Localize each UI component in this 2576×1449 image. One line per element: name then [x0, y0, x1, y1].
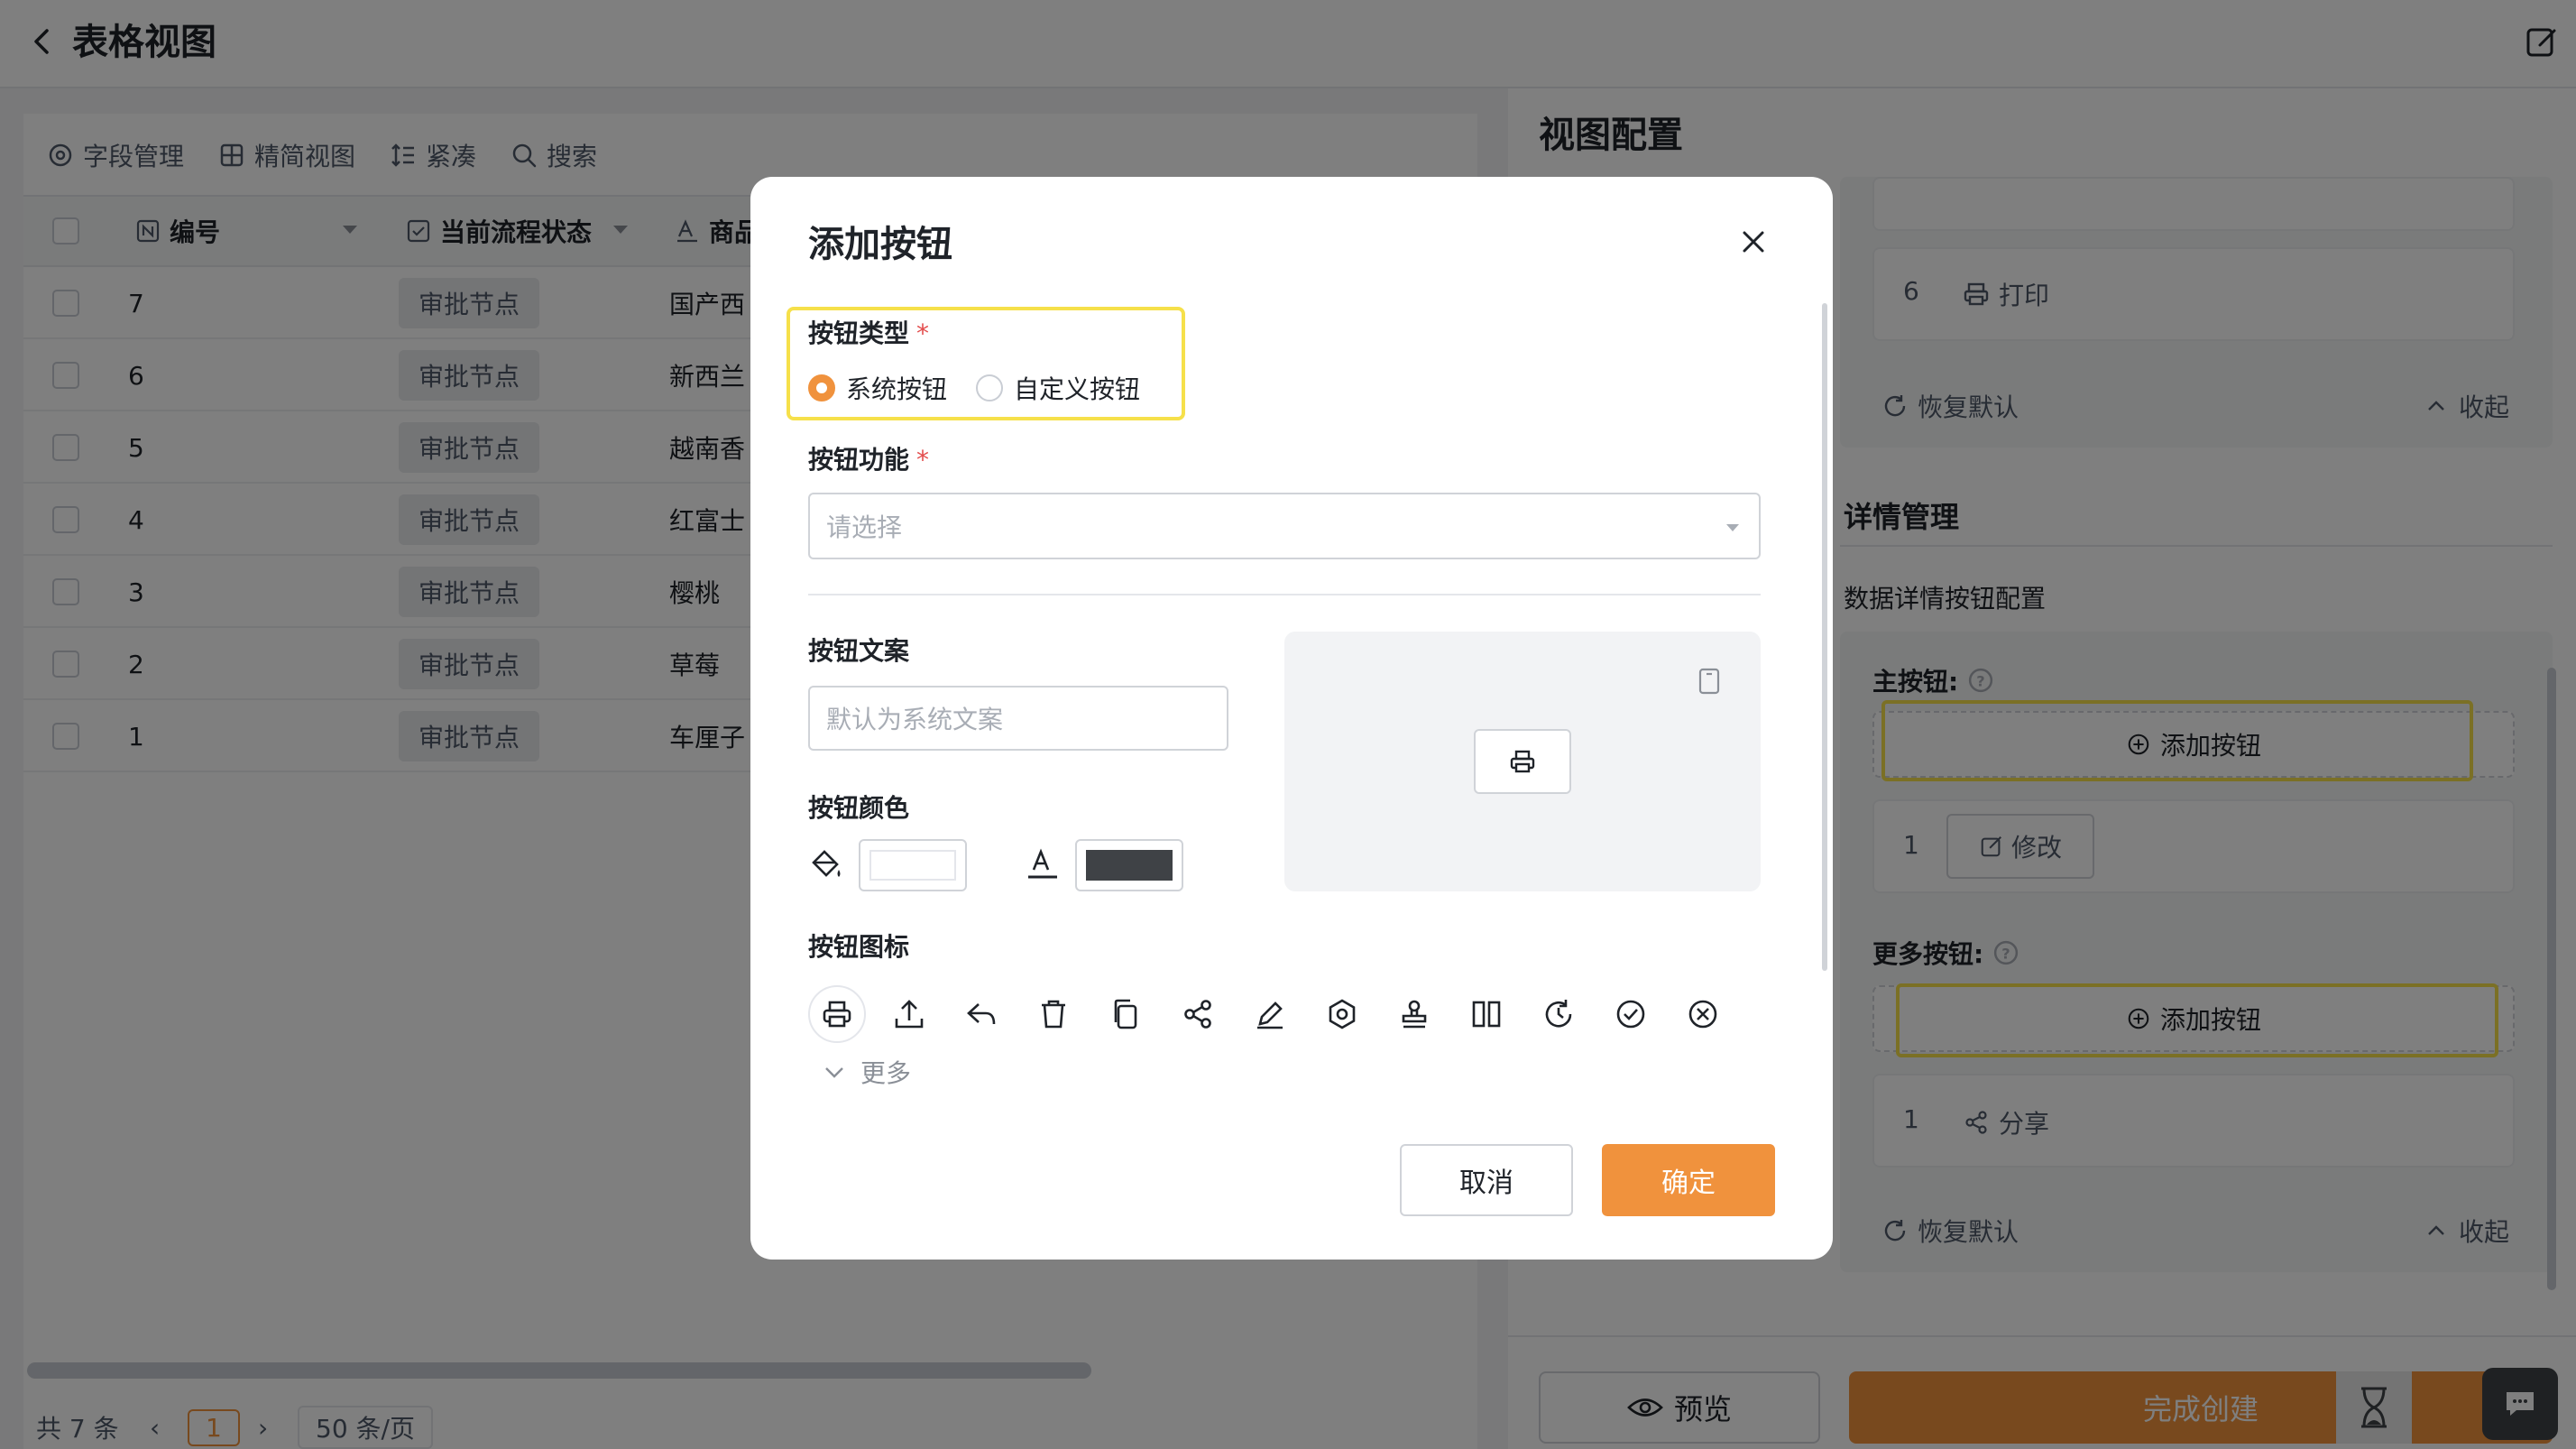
chevron-down-icon: [1726, 524, 1739, 531]
dialog-scrollbar[interactable]: [1822, 303, 1827, 971]
chevron-down-icon: [821, 1058, 848, 1085]
button-text-label: 按钮文案: [808, 636, 910, 666]
divider: [808, 594, 1761, 595]
upload-icon[interactable]: [880, 985, 938, 1043]
pencil-icon[interactable]: [1241, 985, 1299, 1043]
radio-checked-icon: [808, 374, 835, 401]
font-color-icon: [1025, 846, 1061, 882]
copy-icon[interactable]: [1097, 985, 1155, 1043]
confirm-button[interactable]: 确定: [1602, 1144, 1775, 1216]
close-circle-icon[interactable]: [1674, 985, 1732, 1043]
radio-custom-button[interactable]: 自定义按钮: [976, 370, 1140, 406]
reply-icon[interactable]: [952, 985, 1010, 1043]
stamp-icon[interactable]: [1385, 985, 1443, 1043]
radio-system-button[interactable]: 系统按钮: [808, 370, 947, 406]
preview-button: [1474, 729, 1571, 794]
radio-unchecked-icon: [976, 374, 1003, 401]
printer-icon: [1509, 748, 1536, 775]
button-icon-label: 按钮图标: [808, 932, 910, 962]
settings-icon[interactable]: [1313, 985, 1371, 1043]
dialog-title: 添加按钮: [808, 224, 952, 265]
color-swatch: [869, 850, 956, 881]
more-icons-toggle[interactable]: 更多: [821, 1054, 911, 1090]
button-type-label: 按钮类型 *: [808, 318, 930, 348]
text-color-picker[interactable]: [1075, 839, 1183, 891]
check-circle-icon[interactable]: [1602, 985, 1660, 1043]
paint-bucket-icon: [808, 846, 844, 882]
trash-icon[interactable]: [1025, 985, 1082, 1043]
refresh-icon[interactable]: [1530, 985, 1587, 1043]
button-function-label: 按钮功能 *: [808, 445, 930, 475]
printer-icon[interactable]: [808, 985, 866, 1043]
share-icon[interactable]: [1169, 985, 1227, 1043]
button-text-input[interactable]: 默认为系统文案: [808, 686, 1228, 751]
button-color-label: 按钮颜色: [808, 793, 910, 823]
mobile-icon[interactable]: [1696, 668, 1723, 695]
color-swatch: [1086, 850, 1173, 881]
function-select[interactable]: 请选择: [808, 493, 1761, 559]
background-color-picker[interactable]: [859, 839, 967, 891]
cancel-button[interactable]: 取消: [1400, 1144, 1573, 1216]
close-icon[interactable]: [1737, 226, 1770, 258]
columns-icon[interactable]: [1458, 985, 1515, 1043]
